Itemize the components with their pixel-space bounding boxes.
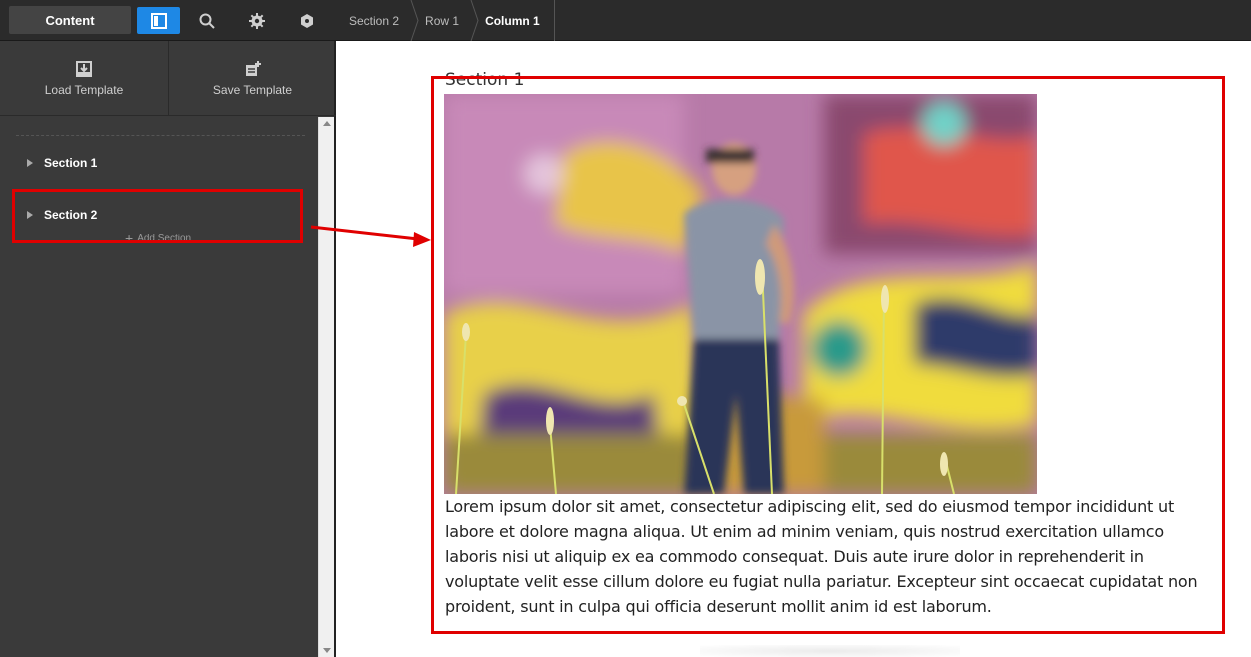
panel-toggle-button[interactable] bbox=[137, 7, 180, 34]
scroll-up-icon[interactable] bbox=[323, 121, 331, 126]
breadcrumb-row[interactable]: Row 1 bbox=[413, 0, 479, 41]
breadcrumb-section[interactable]: Section 2 bbox=[337, 0, 419, 41]
scroll-down-icon[interactable] bbox=[323, 648, 331, 653]
tree-divider bbox=[16, 135, 305, 136]
load-template-label: Load Template bbox=[44, 82, 124, 97]
plugin-button[interactable] bbox=[294, 8, 320, 34]
search-button[interactable] bbox=[194, 8, 220, 34]
settings-button[interactable] bbox=[244, 8, 270, 34]
breadcrumb-section-label: Section 2 bbox=[349, 13, 400, 28]
annotation-highlight-content bbox=[431, 76, 1225, 634]
breadcrumb-row-label: Row 1 bbox=[425, 13, 460, 28]
hexagon-icon bbox=[301, 14, 313, 28]
save-template-button[interactable]: Save Template bbox=[168, 41, 336, 116]
annotation-highlight-section-2 bbox=[12, 189, 303, 243]
panel-toggle-icon bbox=[150, 12, 167, 29]
breadcrumb-column[interactable]: Column 1 bbox=[473, 0, 555, 41]
gear-icon bbox=[249, 13, 265, 29]
load-template-button[interactable]: Load Template bbox=[0, 41, 168, 116]
section-item-label: Section 1 bbox=[44, 156, 98, 170]
content-button[interactable]: Content bbox=[9, 6, 131, 34]
bottom-shadow bbox=[700, 645, 960, 657]
download-icon bbox=[76, 60, 92, 77]
save-template-label: Save Template bbox=[212, 82, 293, 97]
breadcrumb-column-label: Column 1 bbox=[485, 13, 540, 28]
expand-arrow-icon[interactable] bbox=[27, 159, 33, 167]
template-actions: Load Template Save Template bbox=[0, 41, 336, 116]
search-icon bbox=[199, 13, 215, 29]
top-toolbar: Content Section 2 Row 1 Column 1 bbox=[0, 0, 1251, 41]
breadcrumb: Section 2 Row 1 Column 1 bbox=[337, 0, 555, 41]
section-item-1[interactable]: Section 1 bbox=[27, 156, 97, 170]
add-document-icon bbox=[245, 60, 261, 76]
left-panel: Load Template Save Template Section 1 Se… bbox=[0, 41, 336, 657]
scrollbar[interactable] bbox=[318, 117, 334, 657]
